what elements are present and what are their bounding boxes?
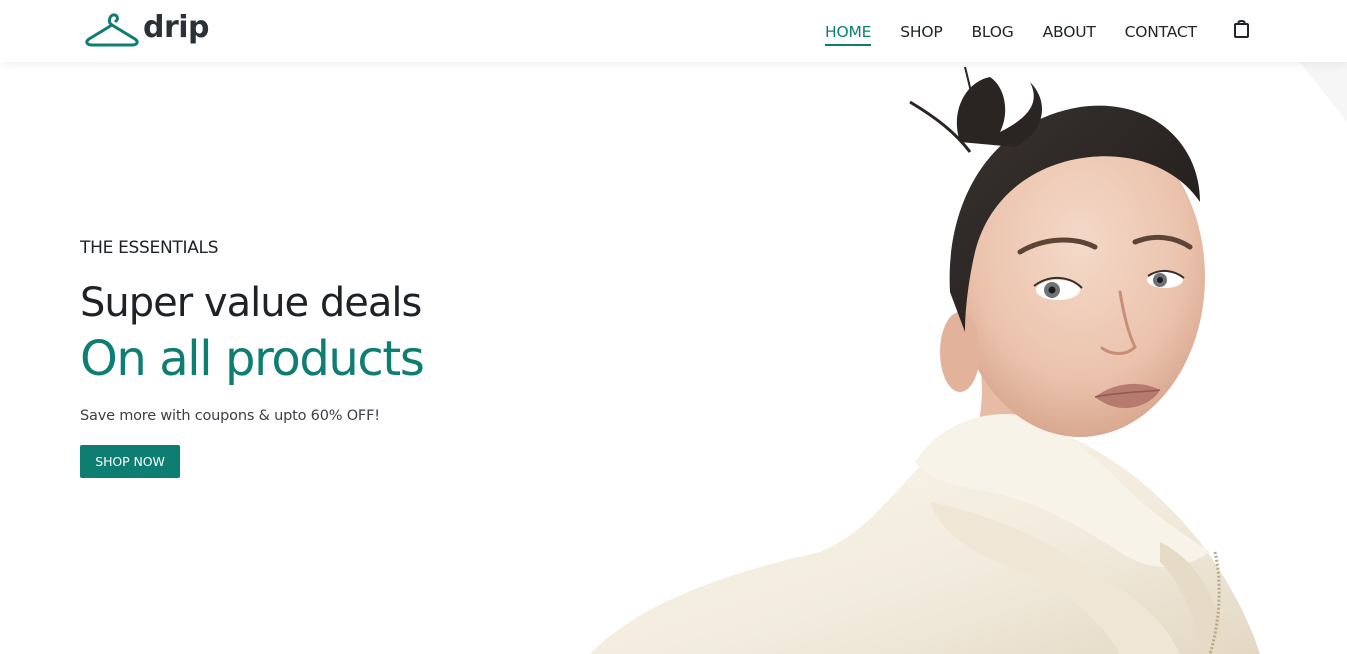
hero-description: Save more with coupons & upto 60% OFF! (80, 408, 380, 424)
main-nav: HOME SHOP BLOG ABOUT CONTACT (825, 20, 1226, 46)
hero-model-image (590, 62, 1347, 654)
nav-home[interactable]: HOME (825, 21, 872, 46)
page: drip HOME SHOP BLOG ABOUT CONTACT THE ES… (0, 0, 1347, 654)
nav-blog[interactable]: BLOG (971, 21, 1013, 43)
hanger-icon (85, 13, 139, 47)
site-header: drip HOME SHOP BLOG ABOUT CONTACT (0, 0, 1347, 62)
shopping-bag-icon (1234, 20, 1249, 38)
shop-now-button[interactable]: SHOP NOW (80, 445, 180, 478)
nav-contact[interactable]: CONTACT (1125, 21, 1197, 43)
brand-name: drip (143, 10, 210, 45)
hero-eyebrow: THE ESSENTIALS (80, 238, 219, 258)
cart-button[interactable] (1232, 18, 1252, 40)
hero-content: THE ESSENTIALS Super value deals On all … (80, 236, 560, 478)
hero-headline: Super value deals (80, 280, 422, 326)
nav-about[interactable]: ABOUT (1043, 21, 1096, 43)
hero-subheadline: On all products (80, 331, 425, 387)
nav-shop[interactable]: SHOP (900, 21, 942, 43)
logo-link[interactable]: drip (84, 10, 210, 50)
